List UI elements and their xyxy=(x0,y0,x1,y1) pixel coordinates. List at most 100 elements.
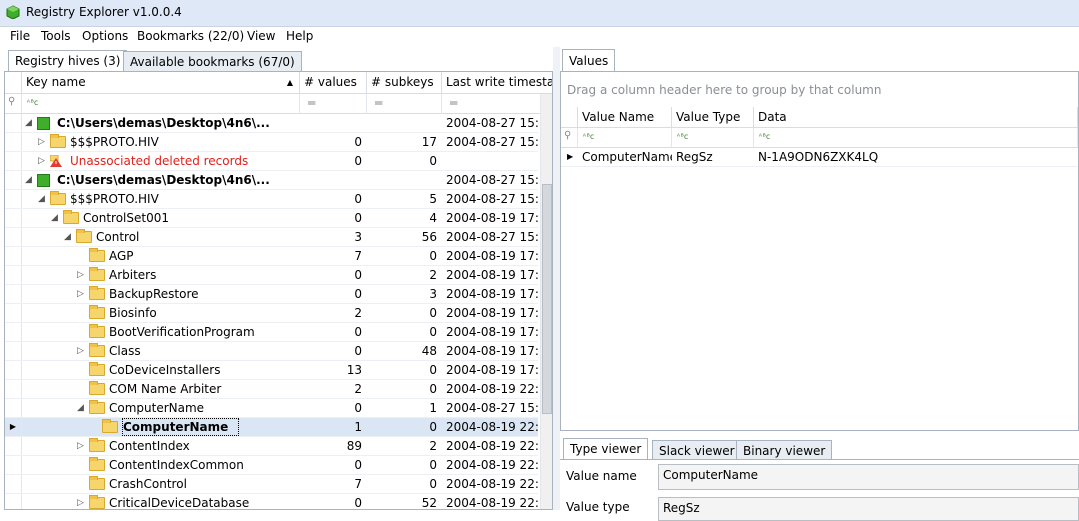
filter-value-name[interactable]: ᴬᴮc xyxy=(578,128,672,148)
filter-values[interactable]: ═ xyxy=(300,94,367,114)
tree-row[interactable]: CoDeviceInstallers 13 0 2004-08-19 17:0 xyxy=(5,361,539,380)
filter-data[interactable]: ᴬᴮc xyxy=(754,128,1078,148)
key-name-cell: AGP xyxy=(109,249,134,263)
menu-bookmarks[interactable]: Bookmarks (22/0) xyxy=(137,29,244,43)
tree-row[interactable]: ContentIndexCommon 0 0 2004-08-19 22:2 xyxy=(5,456,539,475)
tree-row[interactable]: COM Name Arbiter 2 0 2004-08-19 22:5 xyxy=(5,380,539,399)
collapse-arrow-icon[interactable]: ◢ xyxy=(38,190,48,208)
tree-row[interactable]: AGP 7 0 2004-08-19 17:0 xyxy=(5,247,539,266)
value-type-field[interactable]: RegSz xyxy=(658,497,1079,521)
subkeys-count-cell: 4 xyxy=(429,211,437,225)
tree-row[interactable]: ◢ ComputerName 0 1 2004-08-27 15:0 xyxy=(5,399,539,418)
title-bar: Registry Explorer v1.0.0.4 xyxy=(0,0,1079,27)
last-write-cell: 2004-08-19 17:0 xyxy=(446,287,539,301)
menu-help[interactable]: Help xyxy=(286,29,313,43)
subkeys-count-cell: 0 xyxy=(429,420,437,434)
tab-slack-viewer[interactable]: Slack viewer xyxy=(652,440,742,460)
folder-icon xyxy=(89,286,105,300)
key-name-cell: Class xyxy=(109,344,141,358)
key-name-cell: Unassociated deleted records xyxy=(70,154,249,168)
tree-row[interactable]: ▷ Arbiters 0 2 2004-08-19 17:0 xyxy=(5,266,539,285)
tree-row[interactable]: ▶ ComputerName 1 0 2004-08-19 22:2 xyxy=(5,418,539,437)
row-indicator xyxy=(5,437,22,455)
collapse-arrow-icon[interactable]: ◢ xyxy=(51,209,61,227)
collapse-arrow-icon[interactable]: ◢ xyxy=(77,399,87,417)
last-write-cell: 2004-08-19 17:0 xyxy=(446,363,539,377)
values-count-cell: 0 xyxy=(354,135,362,149)
key-name-cell: CrashControl xyxy=(109,477,187,491)
tree-row[interactable]: ◢ Control 3 56 2004-08-27 15:0 xyxy=(5,228,539,247)
filter-value-type[interactable]: ᴬᴮc xyxy=(672,128,754,148)
column-header-data[interactable]: Data xyxy=(754,107,1078,128)
tree-row[interactable]: ▷ Unassociated deleted records 0 0 xyxy=(5,152,538,171)
values-count-cell: 89 xyxy=(346,439,362,453)
tab-available-bookmarks[interactable]: Available bookmarks (67/0) xyxy=(123,51,302,71)
key-name-cell: C:\Users\demas\Desktop\4n6\... xyxy=(57,173,270,187)
key-name-cell: COM Name Arbiter xyxy=(109,382,222,396)
tab-registry-hives[interactable]: Registry hives (3) xyxy=(8,50,128,72)
panel-splitter[interactable] xyxy=(553,47,560,510)
tree-row[interactable]: ◢ ControlSet001 0 4 2004-08-19 17:0 xyxy=(5,209,539,228)
type-viewer-panel: Value name ComputerName Value type RegSz xyxy=(560,459,1079,521)
column-header-value-type[interactable]: Value Type xyxy=(672,107,754,128)
menu-tools[interactable]: Tools xyxy=(41,29,71,43)
collapse-arrow-icon[interactable]: ◢ xyxy=(25,114,35,132)
tree-row[interactable]: ▷ Class 0 48 2004-08-19 17:0 xyxy=(5,342,539,361)
column-header-key-name[interactable]: Key name ▲ xyxy=(22,72,300,94)
pin-icon: ⚲ xyxy=(564,130,572,141)
tree-row[interactable]: ◢ C:\Users\demas\Desktop\4n6\... 2004-08-2… xyxy=(5,114,539,133)
key-name-cell: BackupRestore xyxy=(109,287,199,301)
value-row[interactable]: ▶ ComputerName RegSz N-1A9ODN6ZXK4LQ xyxy=(561,148,1078,167)
tree-row[interactable]: ▷ ContentIndex 89 2 2004-08-19 22:2 xyxy=(5,437,539,456)
last-write-cell: 2004-08-27 15:0 xyxy=(446,192,539,206)
menu-view[interactable]: View xyxy=(247,29,275,43)
expand-arrow-icon[interactable]: ▷ xyxy=(77,494,87,509)
menu-options[interactable]: Options xyxy=(82,29,128,43)
value-name-field[interactable]: ComputerName xyxy=(658,464,1079,490)
row-indicator xyxy=(5,209,22,227)
menu-file[interactable]: File xyxy=(10,29,30,43)
tab-type-viewer[interactable]: Type viewer xyxy=(563,438,649,460)
column-header-values[interactable]: # values xyxy=(300,72,367,94)
last-write-cell: 2004-08-19 22:5 xyxy=(446,382,539,396)
collapse-arrow-icon[interactable]: ◢ xyxy=(64,228,74,246)
tree-row[interactable]: BootVerificationProgram 0 0 2004-08-19 17:0 xyxy=(5,323,539,342)
tab-binary-viewer[interactable]: Binary viewer xyxy=(736,440,833,460)
folder-icon xyxy=(89,457,105,471)
scrollbar-thumb[interactable] xyxy=(542,184,552,414)
column-header-value-name[interactable]: Value Name xyxy=(578,107,672,128)
tree-row[interactable]: ▷ CriticalDeviceDatabase 0 52 2004-08-19 22:… xyxy=(5,494,539,509)
window-title: Registry Explorer v1.0.0.4 xyxy=(26,5,182,19)
folder-icon xyxy=(89,324,105,338)
column-header-subkeys[interactable]: # subkeys xyxy=(367,72,442,94)
tab-values[interactable]: Values xyxy=(562,49,616,72)
folder-icon xyxy=(89,305,105,319)
tree-row[interactable]: ◢ C:\Users\demas\Desktop\4n6\... 2004-08-2… xyxy=(5,171,539,190)
values-count-cell: 0 xyxy=(354,287,362,301)
expand-arrow-icon[interactable]: ▷ xyxy=(77,285,87,303)
values-count-cell: 13 xyxy=(346,363,362,377)
text-filter-icon: ᴬᴮc xyxy=(582,132,594,141)
tree-row[interactable]: CrashControl 7 0 2004-08-19 22:3 xyxy=(5,475,539,494)
warning-icon xyxy=(50,155,62,167)
tree-row[interactable]: ▷ $$$PROTO.HIV 0 17 2004-08-27 15:1 xyxy=(5,133,539,152)
filter-key-name[interactable]: ᴬᴮc xyxy=(22,94,300,114)
tree-row[interactable]: ▷ BackupRestore 0 3 2004-08-19 17:0 xyxy=(5,285,539,304)
values-count-cell: 0 xyxy=(354,458,362,472)
folder-icon xyxy=(50,191,66,205)
tree-row[interactable]: Biosinfo 2 0 2004-08-19 17:0 xyxy=(5,304,539,323)
collapse-arrow-icon[interactable]: ◢ xyxy=(25,171,35,189)
key-name-cell: ControlSet001 xyxy=(83,211,169,225)
folder-icon xyxy=(89,248,105,262)
filter-last-write[interactable]: ═ xyxy=(442,94,542,114)
expand-arrow-icon[interactable]: ▷ xyxy=(38,133,48,151)
expand-arrow-icon[interactable]: ▷ xyxy=(77,266,87,284)
column-header-last-write[interactable]: Last write timestamp xyxy=(442,72,552,94)
expand-arrow-icon[interactable]: ▷ xyxy=(77,437,87,455)
tree-row[interactable]: ◢ $$$PROTO.HIV 0 5 2004-08-27 15:0 xyxy=(5,190,539,209)
expand-arrow-icon[interactable]: ▷ xyxy=(77,342,87,360)
key-name-cell: BootVerificationProgram xyxy=(109,325,255,339)
subkeys-count-cell: 0 xyxy=(429,477,437,491)
filter-subkeys[interactable]: ═ xyxy=(367,94,442,114)
expand-arrow-icon[interactable]: ▷ xyxy=(38,152,48,170)
